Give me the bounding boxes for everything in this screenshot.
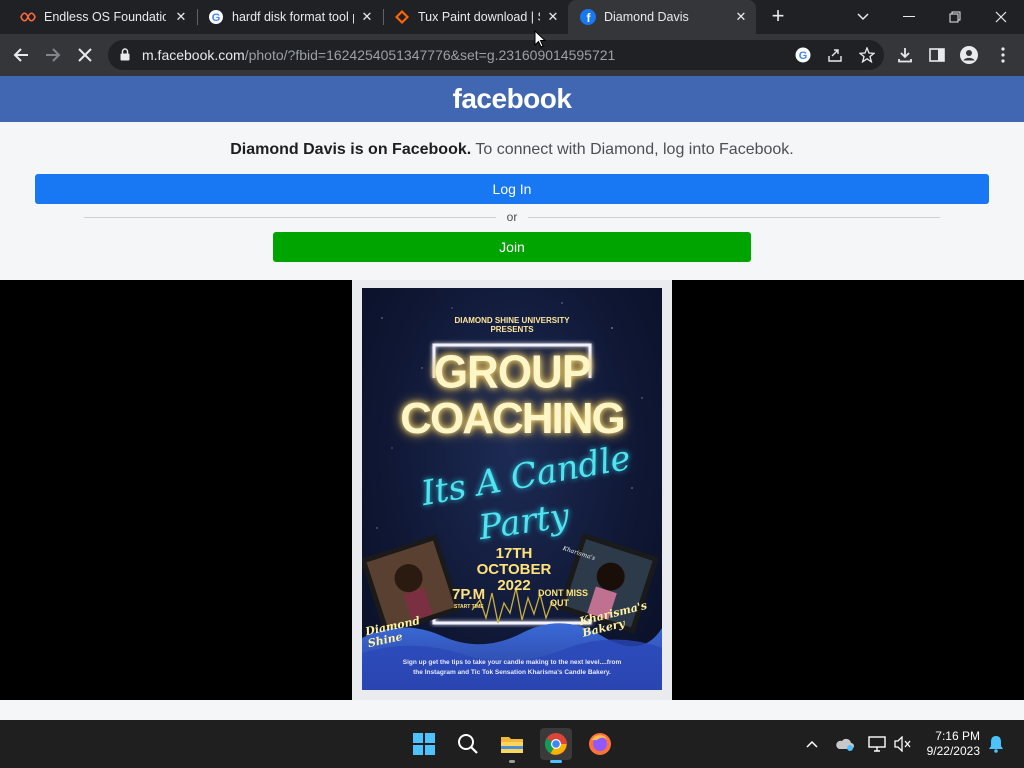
clock-date: 9/22/2023 — [926, 744, 980, 758]
file-explorer-icon[interactable] — [496, 728, 528, 763]
join-button[interactable]: Join — [273, 232, 751, 262]
stop-loading-button[interactable] — [72, 42, 98, 68]
tab-search-icon[interactable] — [840, 0, 886, 34]
tab-title: hardf disk format tool p — [232, 10, 354, 24]
tab-diamond-davis[interactable]: f Diamond Davis ✕ — [568, 0, 756, 34]
search-icon[interactable] — [452, 728, 484, 760]
minimize-button[interactable] — [886, 0, 932, 34]
login-button[interactable]: Log In — [35, 174, 989, 204]
windows-taskbar: 7:16 PM 9/22/2023 — [0, 720, 1024, 768]
poster-presenter: DIAMOND SHINE UNIVERSITY — [454, 316, 570, 325]
system-clock[interactable]: 7:16 PM 9/22/2023 — [927, 729, 980, 759]
side-panel-icon[interactable] — [924, 42, 950, 68]
poster-date-3: 2022 — [497, 577, 531, 594]
poster-date-1: 17TH — [495, 545, 533, 562]
chrome-icon[interactable] — [540, 728, 572, 763]
tab-title: Diamond Davis — [604, 10, 689, 24]
close-icon[interactable]: ✕ — [544, 8, 562, 26]
message-rest: To connect with Diamond, log into Facebo… — [471, 141, 794, 158]
poster-title-1: GROUP — [433, 346, 591, 399]
browser-toolbar: m.facebook.com/photo/?fbid=1624254051347… — [0, 34, 1024, 76]
facebook-icon: f — [580, 9, 596, 25]
tab-tuxpaint[interactable]: Tux Paint download | S ✕ — [382, 0, 568, 34]
show-hidden-icons-chevron-icon[interactable] — [800, 728, 824, 760]
firefox-icon[interactable] — [584, 728, 616, 760]
close-window-button[interactable] — [978, 0, 1024, 34]
poster-footer: Sign up get the tips to take your candle… — [402, 659, 622, 676]
poster-dont-miss: DONT MISS — [538, 588, 589, 598]
running-indicator — [509, 760, 515, 763]
svg-text:G: G — [212, 12, 221, 24]
volume-muted-icon[interactable] — [890, 728, 916, 760]
poster-out: OUT — [550, 598, 569, 608]
tab-endless[interactable]: Endless OS Foundation ✕ — [8, 0, 196, 34]
web-page: facebook Diamond Davis is on Facebook. T… — [0, 76, 1024, 720]
address-bar[interactable]: m.facebook.com/photo/?fbid=1624254051347… — [108, 40, 884, 70]
menu-kebab-icon[interactable] — [990, 42, 1016, 68]
facebook-logo[interactable]: facebook — [453, 83, 572, 115]
url-host: m.facebook.com — [142, 47, 245, 63]
poster-presents: PRESENTS — [490, 325, 534, 334]
sourceforge-icon — [394, 9, 410, 25]
divider-line — [528, 217, 940, 218]
bookmark-star-icon[interactable] — [854, 42, 880, 68]
network-icon[interactable] — [864, 728, 890, 760]
login-prompt: Diamond Davis is on Facebook. To connect… — [0, 122, 1024, 280]
active-indicator — [550, 760, 562, 763]
back-button[interactable] — [8, 42, 34, 68]
page-footer-strip — [0, 700, 1024, 720]
tab-google[interactable]: G hardf disk format tool p ✕ — [196, 0, 382, 34]
poster-time: 7P.M — [452, 586, 486, 603]
browser-window: Endless OS Foundation ✕ G hardf disk for… — [0, 0, 1024, 720]
tab-strip: Endless OS Foundation ✕ G hardf disk for… — [0, 0, 1024, 34]
lock-icon[interactable] — [120, 48, 130, 66]
message-bold: Diamond Davis is on Facebook. — [230, 141, 472, 158]
google-icon: G — [208, 9, 224, 25]
endless-icon — [20, 9, 36, 25]
onedrive-icon[interactable] — [832, 728, 858, 760]
poster-start-time: START TIME — [454, 604, 484, 610]
close-icon[interactable]: ✕ — [732, 8, 750, 26]
tab-title: Endless OS Foundation — [44, 10, 166, 24]
download-icon[interactable] — [892, 42, 918, 68]
start-windows-icon[interactable] — [408, 728, 440, 760]
photo-viewer: DIAMOND SHINE UNIVERSITY PRESENTS GROUP … — [0, 280, 1024, 700]
google-lens-icon[interactable]: G — [790, 42, 816, 68]
facebook-header: facebook — [0, 76, 1024, 122]
event-poster-image[interactable]: DIAMOND SHINE UNIVERSITY PRESENTS GROUP … — [362, 288, 662, 690]
share-icon[interactable] — [822, 42, 848, 68]
new-tab-button[interactable]: + — [766, 5, 790, 29]
or-divider: or — [84, 210, 940, 224]
profile-icon[interactable] — [956, 42, 982, 68]
restore-button[interactable] — [932, 0, 978, 34]
login-message: Diamond Davis is on Facebook. To connect… — [0, 141, 1024, 159]
close-icon[interactable]: ✕ — [172, 8, 190, 26]
tab-title: Tux Paint download | S — [418, 10, 540, 24]
svg-text:G: G — [799, 50, 808, 62]
poster-title-2: COACHING — [400, 394, 626, 443]
poster-date-2: OCTOBER — [476, 561, 552, 578]
close-icon[interactable]: ✕ — [358, 8, 376, 26]
url-text[interactable]: m.facebook.com/photo/?fbid=1624254051347… — [142, 47, 615, 63]
photo-frame: DIAMOND SHINE UNIVERSITY PRESENTS GROUP … — [352, 280, 672, 700]
notification-bell-icon[interactable] — [984, 728, 1008, 760]
clock-time: 7:16 PM — [935, 729, 980, 743]
url-path: /photo/?fbid=1624254051347776&set=g.2316… — [244, 47, 616, 63]
forward-button[interactable] — [40, 42, 66, 68]
mouse-cursor — [534, 29, 547, 48]
